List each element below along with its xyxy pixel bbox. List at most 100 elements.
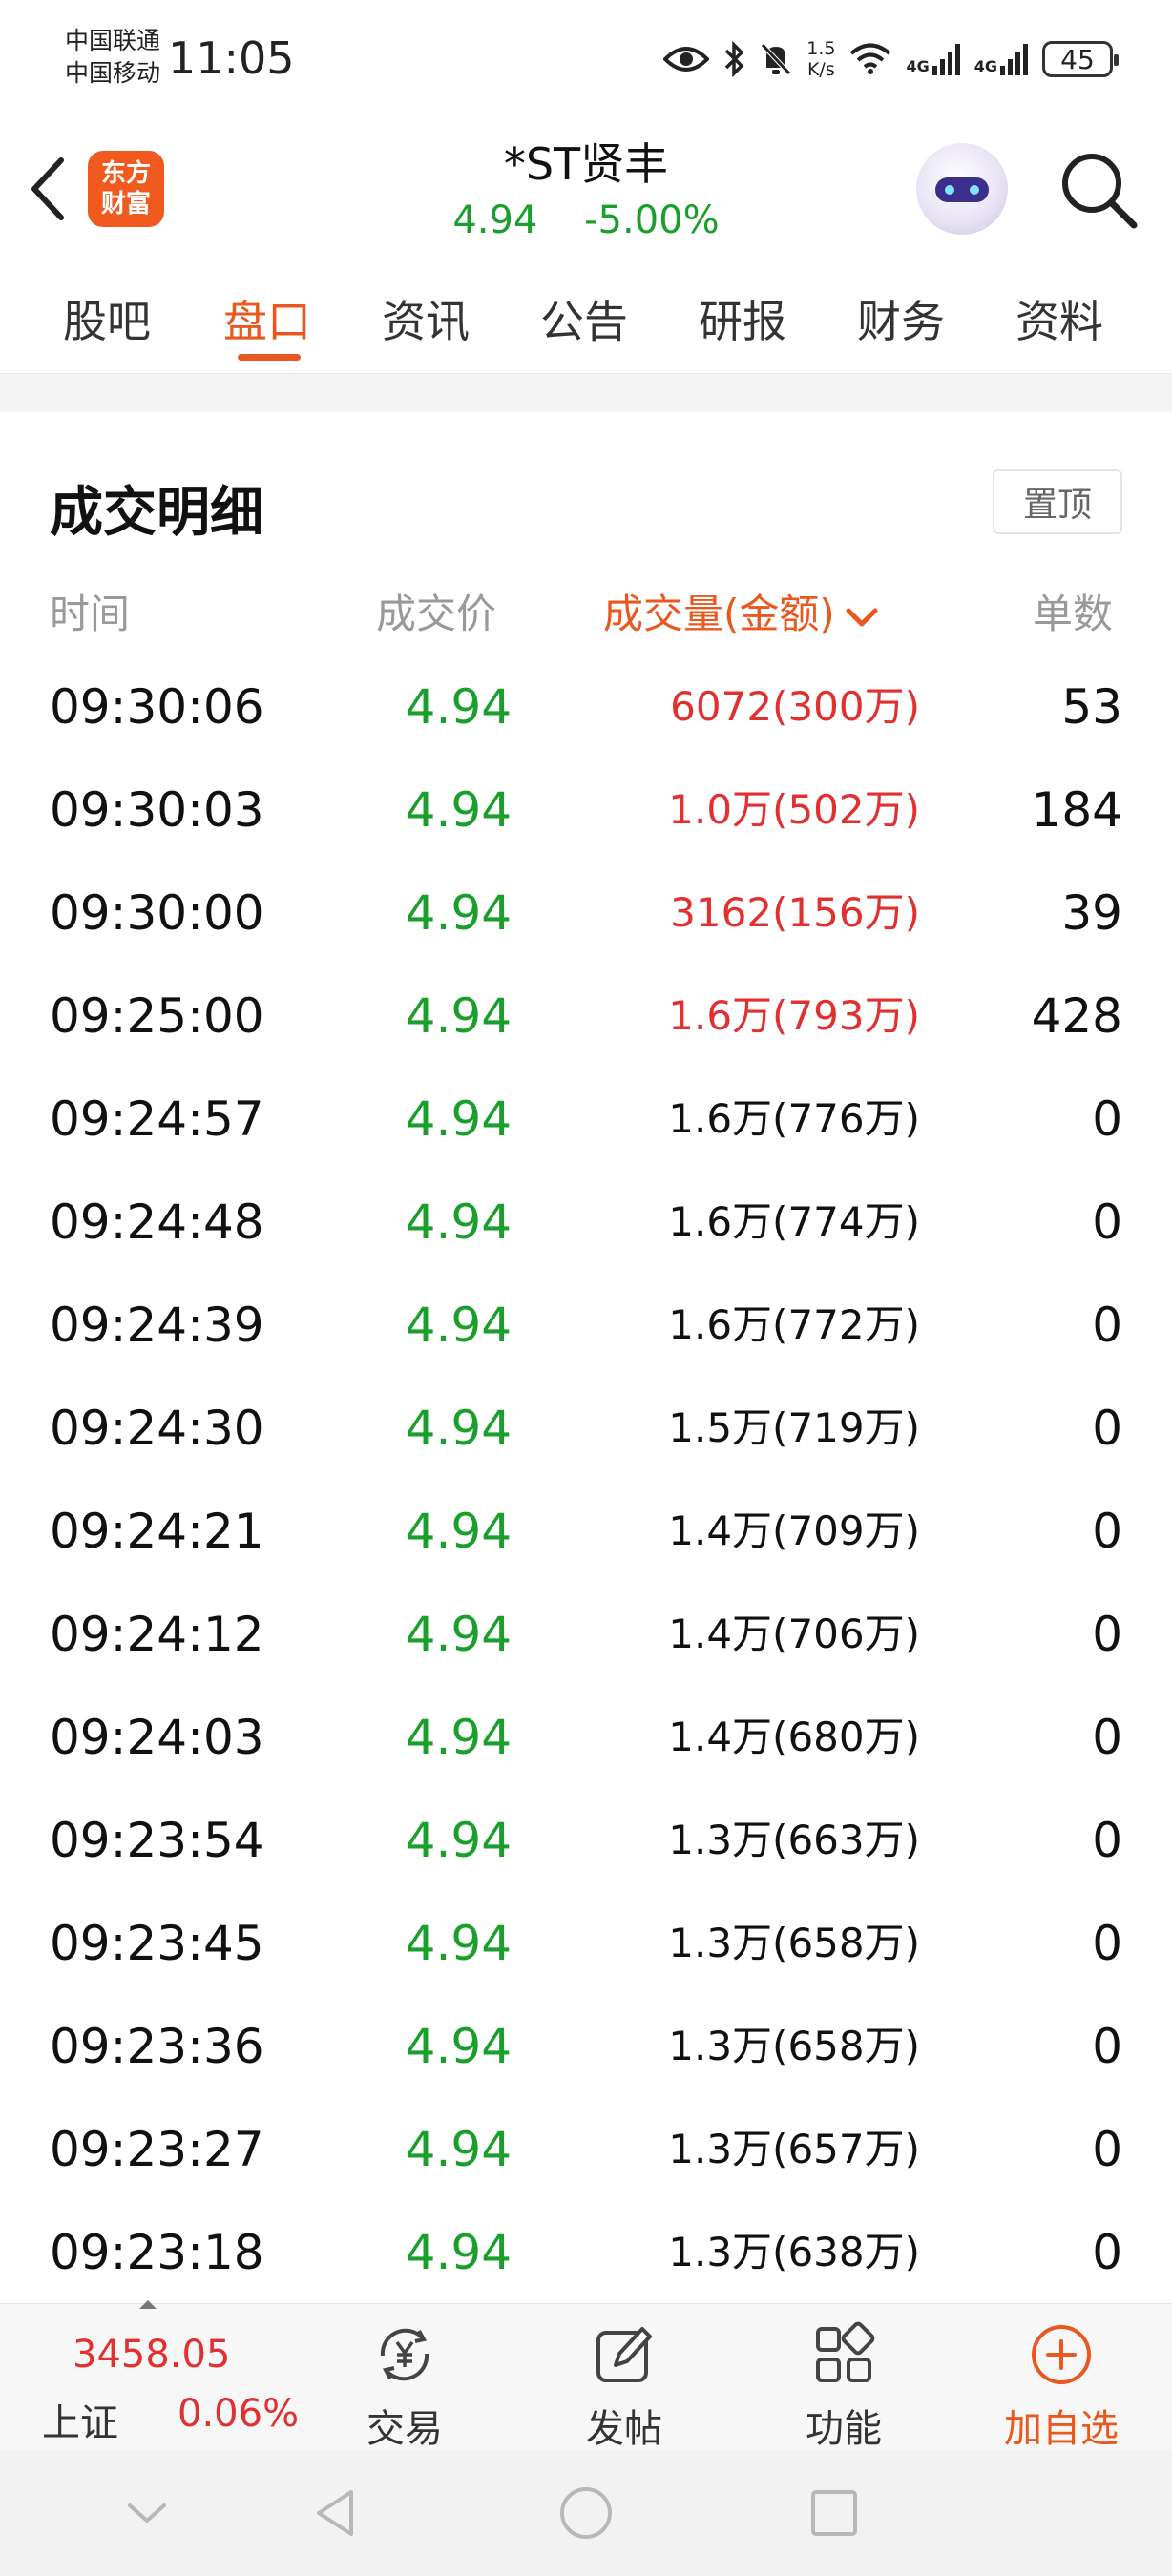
tab-pankou[interactable]: 盘口 [223, 287, 311, 350]
table-row[interactable]: 09:30:03 4.94 1.0万(502万) 184 [0, 761, 1172, 864]
trade-volume: 1.5万(719万) [668, 1404, 920, 1451]
trade-volume: 1.6万(793万) [668, 992, 920, 1039]
trade-time: 09:23:54 [50, 1813, 264, 1868]
table-row[interactable]: 09:24:12 4.94 1.4万(706万) 0 [0, 1586, 1172, 1689]
trade-volume: 1.3万(663万) [668, 1817, 920, 1863]
table-row[interactable]: 09:30:00 4.94 3162(156万) 39 [0, 864, 1172, 967]
trade-count: 0 [1092, 1401, 1122, 1456]
net-speed-value: 1.5 [806, 38, 836, 59]
signal-2-label: 4G [973, 57, 997, 75]
collapse-chevron-icon[interactable] [116, 2483, 178, 2544]
signal-1: 4G [906, 43, 960, 75]
trade-count: 428 [1031, 988, 1122, 1044]
nav-add-watchlist-label: 加自选 [1004, 2407, 1119, 2451]
trade-volume: 1.3万(638万) [668, 2229, 920, 2275]
trade-price: 4.94 [405, 1195, 512, 1250]
index-value[interactable]: 3458.05 [73, 2333, 230, 2377]
stock-change-pct: -5.00% [584, 198, 720, 242]
trade-count: 0 [1092, 1195, 1122, 1250]
trade-time: 09:24:39 [50, 1298, 264, 1353]
nav-function-button[interactable]: 功能 [767, 2317, 920, 2451]
status-bar: 中国联通 中国移动 11:05 1.5 K/s 4G 4G 45 [0, 0, 1172, 114]
trade-price: 4.94 [405, 2225, 512, 2280]
nav-post-label: 发帖 [586, 2407, 662, 2451]
trade-price: 4.94 [405, 1607, 512, 1662]
tab-research[interactable]: 研报 [699, 287, 786, 350]
status-icons: 1.5 K/s 4G 4G 45 [663, 32, 1119, 86]
trade-count: 0 [1092, 1813, 1122, 1868]
battery-indicator: 45 [1042, 41, 1119, 77]
trade-count: 0 [1092, 2225, 1122, 2280]
trade-time: 09:30:00 [50, 885, 264, 941]
table-row[interactable]: 09:23:18 4.94 1.3万(638万) 0 [0, 2204, 1172, 2303]
trade-volume: 6072(300万) [670, 683, 920, 730]
status-time: 11:05 [168, 32, 295, 84]
nav-function-label: 功能 [806, 2407, 882, 2451]
active-tab-indicator [238, 354, 301, 361]
signal-bars-icon [1000, 44, 1028, 75]
table-row[interactable]: 09:24:48 4.94 1.6万(774万) 0 [0, 1174, 1172, 1277]
trade-volume: 1.3万(658万) [668, 1920, 920, 1966]
tab-guba[interactable]: 股吧 [63, 287, 151, 350]
table-row[interactable]: 09:23:36 4.94 1.3万(658万) 0 [0, 1998, 1172, 2101]
search-icon[interactable] [1056, 147, 1141, 233]
pin-to-top-button[interactable]: 置顶 [993, 469, 1122, 534]
trade-volume: 1.6万(772万) [668, 1301, 920, 1348]
nav-trade-button[interactable]: 交易 [328, 2317, 481, 2451]
table-row[interactable]: 09:24:21 4.94 1.4万(709万) 0 [0, 1483, 1172, 1586]
table-row[interactable]: 09:24:57 4.94 1.6万(776万) 0 [0, 1070, 1172, 1174]
nav-post-button[interactable]: 发帖 [548, 2317, 701, 2451]
trade-time: 09:24:30 [50, 1401, 264, 1456]
trade-time: 09:24:03 [50, 1710, 264, 1765]
trade-volume: 1.6万(776万) [668, 1095, 920, 1142]
back-triangle-icon[interactable] [305, 2483, 366, 2544]
index-name[interactable]: 上证 [42, 2392, 118, 2447]
section-divider [0, 374, 1172, 412]
trade-count: 0 [1092, 1710, 1122, 1765]
edit-post-icon [596, 2327, 652, 2382]
trade-volume: 1.6万(774万) [668, 1198, 920, 1245]
signal-2: 4G [974, 43, 1029, 75]
net-speed: 1.5 K/s [806, 38, 835, 80]
trade-time: 09:24:48 [50, 1195, 264, 1250]
table-row[interactable]: 09:30:06 4.94 6072(300万) 53 [0, 658, 1172, 761]
carrier-labels: 中国联通 中国移动 [65, 25, 160, 90]
trade-count: 0 [1092, 1298, 1122, 1353]
expand-caret-icon[interactable] [139, 2300, 157, 2309]
net-speed-unit: K/s [806, 59, 835, 80]
trade-count: 184 [1031, 782, 1122, 838]
mute-bell-icon [761, 43, 792, 75]
tab-finance[interactable]: 财务 [857, 287, 945, 350]
bottom-bar: 3458.05 上证 0.06% 交易 发帖 功能 加自选 [0, 2300, 1172, 2451]
tab-profile[interactable]: 资料 [1015, 287, 1103, 350]
nav-add-watchlist-button[interactable]: 加自选 [985, 2317, 1138, 2451]
column-header-price: 成交价 [376, 591, 497, 637]
table-row[interactable]: 09:23:54 4.94 1.3万(663万) 0 [0, 1792, 1172, 1895]
table-row[interactable]: 09:25:00 4.94 1.6万(793万) 428 [0, 967, 1172, 1070]
tab-news[interactable]: 资讯 [382, 287, 470, 350]
trade-price: 4.94 [405, 782, 512, 838]
table-row[interactable]: 09:23:45 4.94 1.3万(658万) 0 [0, 1895, 1172, 1998]
trade-price: 4.94 [405, 679, 512, 735]
trade-list[interactable]: 09:30:06 4.94 6072(300万) 53 09:30:03 4.94 1.0万… [0, 658, 1172, 2303]
column-header-volume[interactable]: 成交量(金额) [603, 582, 879, 640]
trade-price: 4.94 [405, 2019, 512, 2074]
table-row[interactable]: 09:24:39 4.94 1.6万(772万) 0 [0, 1277, 1172, 1380]
trade-volume: 1.4万(680万) [668, 1714, 920, 1760]
trade-price: 4.94 [405, 1091, 512, 1147]
trade-time: 09:23:45 [50, 1916, 264, 1971]
home-circle-icon[interactable] [555, 2483, 617, 2544]
trade-price: 4.94 [405, 1813, 512, 1868]
index-change[interactable]: 0.06% [178, 2392, 299, 2436]
trade-time: 09:30:06 [50, 679, 264, 735]
table-row[interactable]: 09:24:30 4.94 1.5万(719万) 0 [0, 1380, 1172, 1483]
ai-assistant-robot-icon[interactable] [916, 143, 1008, 235]
table-row[interactable]: 09:24:03 4.94 1.4万(680万) 0 [0, 1689, 1172, 1792]
recents-square-icon[interactable] [804, 2483, 865, 2544]
table-row[interactable]: 09:23:27 4.94 1.3万(657万) 0 [0, 2101, 1172, 2204]
trade-count: 0 [1092, 1091, 1122, 1147]
nav-trade-label: 交易 [366, 2407, 443, 2451]
trade-time: 09:23:18 [50, 2225, 264, 2280]
tab-announcements[interactable]: 公告 [540, 287, 628, 350]
column-header-count: 单数 [1033, 591, 1114, 637]
